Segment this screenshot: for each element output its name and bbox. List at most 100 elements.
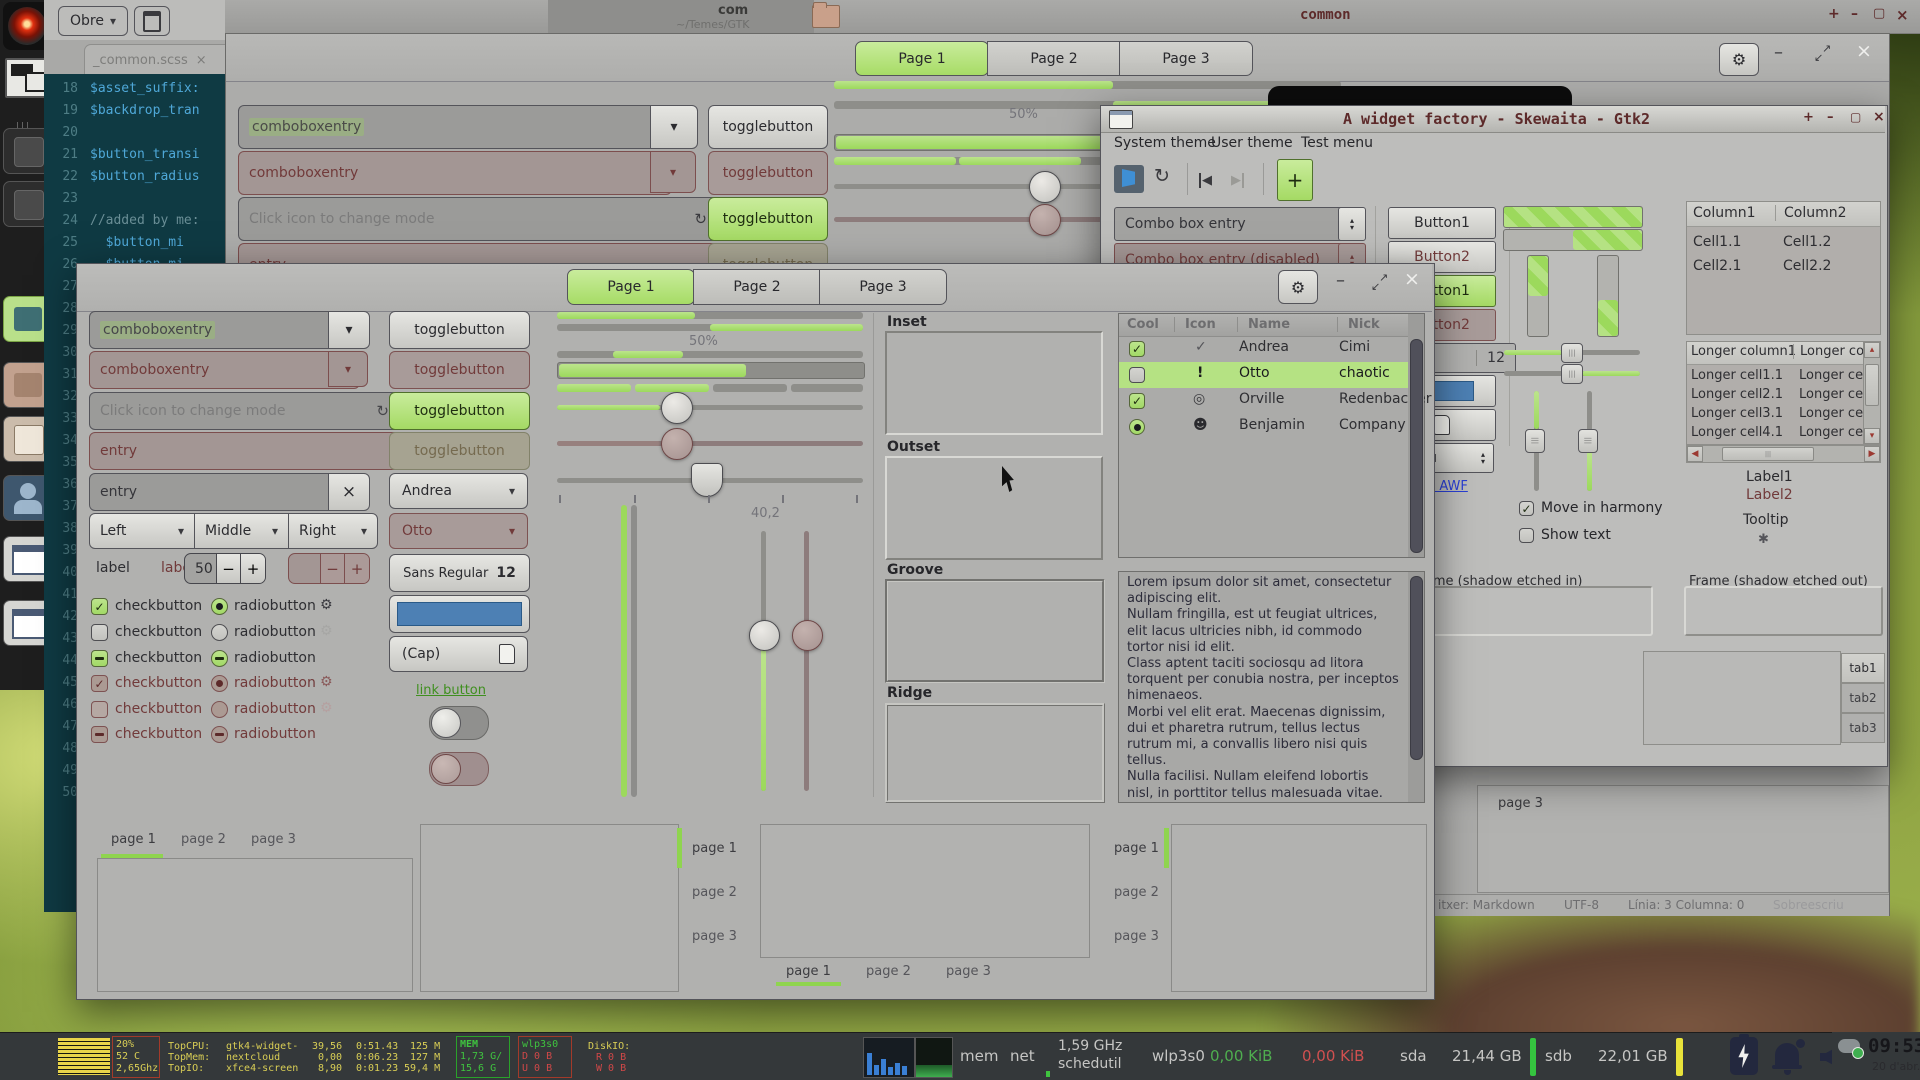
link-button[interactable]: link button bbox=[416, 683, 486, 698]
table-cell[interactable]: Cell1.2 bbox=[1783, 234, 1831, 250]
color-button[interactable] bbox=[389, 595, 530, 633]
togglebutton-3[interactable]: togglebutton bbox=[389, 392, 530, 430]
tree-vscrollbar[interactable] bbox=[1408, 314, 1424, 557]
nb3-tab-page3[interactable]: page 3 bbox=[936, 956, 1011, 986]
table-cell[interactable]: Longer cell4.1 bbox=[1691, 425, 1783, 440]
toolbar-media-icon[interactable] bbox=[1114, 165, 1144, 193]
clear-entry-icon[interactable]: × bbox=[328, 473, 370, 511]
table-cell[interactable]: Cell2.1 bbox=[1693, 258, 1741, 274]
hscale-knob-1[interactable] bbox=[661, 392, 693, 424]
mem-applet-label[interactable]: mem bbox=[960, 1047, 998, 1065]
bg-tab-page3[interactable]: Page 3 bbox=[1119, 41, 1253, 76]
column-header[interactable]: Longer column1 bbox=[1691, 344, 1796, 359]
gtk2-minimize-icon[interactable]: – bbox=[1827, 110, 1834, 125]
bg-scale-knob-1[interactable] bbox=[1029, 171, 1061, 203]
cpu-freq-label[interactable]: 1,59 GHz bbox=[1058, 1038, 1122, 1054]
combo-arrow-1[interactable]: ▾ bbox=[328, 311, 370, 349]
tree-row-2-selected[interactable]: ! Otto chaotic bbox=[1119, 362, 1408, 388]
tree-header-name[interactable]: Name bbox=[1237, 317, 1290, 332]
refresh-icon[interactable]: ↻ bbox=[694, 210, 707, 228]
gtk2-pin-icon[interactable]: + bbox=[1803, 110, 1814, 125]
spinbutton[interactable]: 50 − + bbox=[184, 553, 266, 584]
checkbutton-label[interactable]: checkbutton bbox=[115, 624, 202, 640]
hscale-1[interactable] bbox=[557, 405, 863, 410]
table-cell[interactable]: Longer cel bbox=[1799, 425, 1865, 440]
radio-unselected[interactable] bbox=[211, 624, 228, 641]
tab-close-icon[interactable]: × bbox=[196, 53, 207, 68]
dropdown-right[interactable]: Right▾ bbox=[288, 513, 378, 549]
table-cell[interactable]: Longer cell3.1 bbox=[1691, 406, 1783, 421]
nb2-tab-page2[interactable]: page 2 bbox=[682, 872, 756, 912]
gtk2-combo-entry[interactable]: Combo box entry bbox=[1114, 207, 1358, 241]
minimize-icon[interactable]: – bbox=[1851, 6, 1858, 22]
refresh-icon[interactable]: ↻ bbox=[1154, 165, 1170, 187]
bg-mode-entry[interactable]: Click icon to change mode ↻ bbox=[238, 197, 718, 241]
menu-user-theme[interactable]: User theme bbox=[1211, 135, 1293, 151]
textview[interactable]: Lorem ipsum dolor sit amet, consectetur … bbox=[1118, 571, 1425, 803]
menu-system-theme[interactable]: System theme bbox=[1114, 135, 1216, 151]
table-cell[interactable]: Cell2.2 bbox=[1783, 258, 1831, 274]
tree-header-cool[interactable]: Cool bbox=[1127, 317, 1159, 332]
mode-entry[interactable]: Click icon to change mode ↻ bbox=[89, 392, 400, 430]
maximize-icon[interactable]: ▢ bbox=[1873, 6, 1885, 21]
open-button[interactable]: Obre ▾ bbox=[58, 6, 128, 36]
radiobutton-label[interactable]: radiobutton bbox=[234, 598, 316, 614]
table-cell[interactable]: Longer cel bbox=[1799, 368, 1865, 383]
sdb-label[interactable]: sdb bbox=[1545, 1047, 1572, 1065]
bg-comboboxentry-1[interactable]: comboboxentry bbox=[238, 105, 672, 149]
gtk2-check-harmony-label[interactable]: Move in harmony bbox=[1541, 500, 1663, 516]
editor-tab[interactable]: _common.scss × bbox=[84, 44, 242, 75]
hscale-marks-knob[interactable] bbox=[691, 463, 723, 497]
nb1-tab-page3[interactable]: page 3 bbox=[241, 824, 313, 854]
skip-backward-icon[interactable]: ◀ bbox=[1199, 169, 1212, 188]
table-cell[interactable]: Longer cel bbox=[1799, 406, 1865, 421]
front-tab-page3[interactable]: Page 3 bbox=[819, 269, 947, 305]
notification-bell-icon[interactable] bbox=[1772, 1039, 1804, 1075]
nb4-tab-page2[interactable]: page 2 bbox=[1104, 872, 1174, 912]
radio-indeterminate[interactable] bbox=[211, 650, 228, 667]
tree-row-4[interactable]: ☻ Benjamin Company bbox=[1119, 414, 1408, 440]
menu-test-menu[interactable]: Test menu bbox=[1301, 135, 1373, 151]
front-tab-page2[interactable]: Page 2 bbox=[693, 269, 821, 305]
comboboxentry-1[interactable]: comboboxentry bbox=[89, 311, 360, 349]
new-window-button[interactable] bbox=[134, 6, 170, 36]
wifi-iface-label[interactable]: wlp3s0 bbox=[1152, 1047, 1205, 1065]
radio-selected[interactable] bbox=[211, 598, 228, 615]
gtk2-close-icon[interactable]: × bbox=[1873, 109, 1885, 125]
front-gear-menu-button[interactable]: ⚙ bbox=[1278, 270, 1318, 304]
clock-area[interactable]: 09:53 20 d'abr. bbox=[1832, 1032, 1920, 1080]
refresh-icon[interactable]: ↻ bbox=[376, 402, 389, 420]
gtk2-check-showtext[interactable] bbox=[1519, 528, 1534, 543]
front-maximize-icon[interactable]: ↗ ↙ bbox=[1371, 275, 1391, 295]
table-cell[interactable]: Longer cell1.1 bbox=[1691, 368, 1783, 383]
table-cell[interactable]: Cell1.1 bbox=[1693, 234, 1741, 250]
front-close-icon[interactable]: × bbox=[1404, 268, 1420, 290]
gtk2-vscale-knob-2[interactable]: ||| bbox=[1578, 429, 1598, 453]
checkbutton-label[interactable]: checkbutton bbox=[115, 650, 202, 666]
bg-togglebutton-3[interactable]: togglebutton bbox=[708, 197, 828, 241]
sda-label[interactable]: sda bbox=[1400, 1047, 1427, 1065]
front-headerbar[interactable]: Page 1 Page 2 Page 3 ⚙ – ↗ ↙ × bbox=[77, 264, 1432, 312]
column-header[interactable]: Longer col bbox=[1793, 344, 1865, 359]
switch-off[interactable] bbox=[429, 706, 489, 740]
tree-row-3[interactable]: ✓ ◎ Orville Redenbacher bbox=[1119, 388, 1408, 414]
togglebutton-1[interactable]: togglebutton bbox=[389, 311, 530, 349]
bg-togglebutton-1[interactable]: togglebutton bbox=[708, 105, 828, 149]
radiobutton-label[interactable]: radiobutton bbox=[234, 650, 316, 666]
governor-label[interactable]: schedutil bbox=[1058, 1056, 1122, 1072]
common-window-titlebar[interactable]: com ~/Temes/GTK common + – ▢ × bbox=[225, 0, 1920, 34]
vscale-knob-1[interactable] bbox=[749, 620, 780, 651]
gtk2-side-tab1[interactable]: tab1 bbox=[1841, 653, 1885, 683]
bg-tab-page2[interactable]: Page 2 bbox=[987, 41, 1121, 76]
vscale-1[interactable] bbox=[761, 531, 766, 791]
gtk2-side-tab2[interactable]: tab2 bbox=[1841, 683, 1885, 713]
gtk2-vscale-knob-1[interactable]: ||| bbox=[1525, 429, 1545, 453]
gtk2-check-showtext-label[interactable]: Show text bbox=[1541, 527, 1611, 543]
clock[interactable]: 09:53 bbox=[1868, 1035, 1920, 1057]
date[interactable]: 20 d'abr. bbox=[1872, 1060, 1920, 1073]
table-cell[interactable]: Longer cell2.1 bbox=[1691, 387, 1783, 402]
tree-header-icon[interactable]: Icon bbox=[1174, 317, 1216, 332]
gtk2-hscale-knob-1[interactable]: ||| bbox=[1561, 343, 1583, 363]
spin-minus-icon[interactable]: − bbox=[216, 554, 240, 583]
dropdown-left[interactable]: Left▾ bbox=[89, 513, 195, 549]
